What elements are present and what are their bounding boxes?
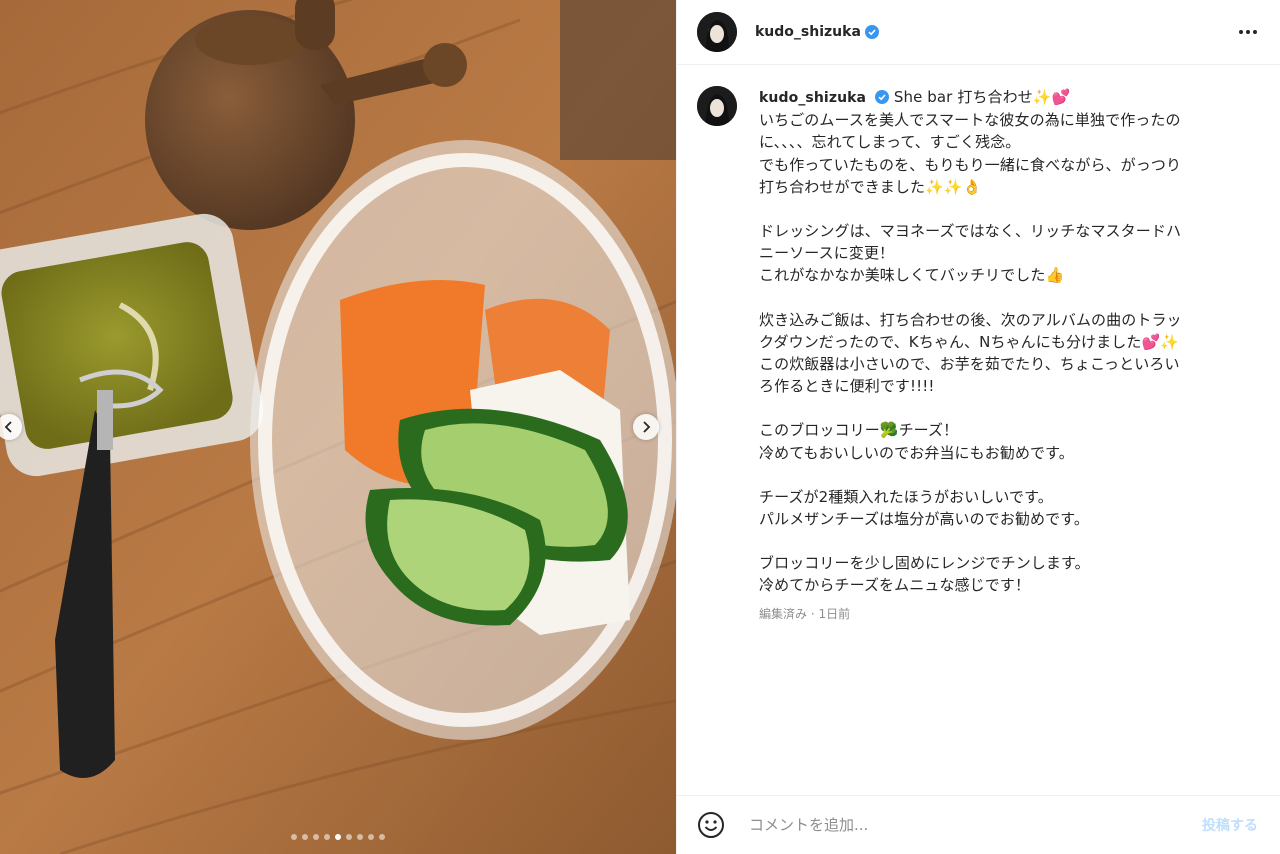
caption-line: パルメザンチーズは塩分が高いのでお勧めです。: [759, 510, 1089, 529]
caption-line: に、、、、忘れてしまって、すごく残念。: [759, 133, 1021, 152]
carousel-dot: [291, 834, 297, 840]
verified-badge-icon: [864, 25, 879, 39]
avatar-photo: [697, 12, 737, 52]
username[interactable]: kudo_shizuka: [755, 24, 861, 40]
caption-line: ドレッシングは、マヨネーズではなく、リッチなマスタードハ: [759, 222, 1182, 241]
caption-title: She bar 打ち合わせ✨💕: [893, 88, 1071, 106]
carousel-dot: [335, 834, 341, 840]
caption-line: チーズが2種類入れたほうがおいしいです。: [759, 487, 1053, 506]
post-photo: [0, 0, 676, 854]
caption-line: ニーソースに変更！: [759, 244, 895, 263]
chevron-left-icon: [4, 421, 12, 433]
post-dialog: kudo_shizuka kudo_shizuka She bar 打ち合わせ✨…: [0, 0, 1280, 854]
caption-line: 冷めてからチーズをムニュな感じです！: [759, 576, 1031, 595]
caption-line: ブロッコリーを少し固めにレンジでチンします。: [759, 554, 1090, 573]
post-media: [0, 0, 676, 854]
carousel-next-button[interactable]: [633, 414, 659, 440]
caption-line: でも作っていたものを、もりもり一緒に食べながら、がっつり: [759, 155, 1182, 174]
carousel-dot: [346, 834, 352, 840]
post-comment-button[interactable]: 投稿する: [1196, 814, 1264, 836]
post-caption: kudo_shizuka She bar 打ち合わせ✨💕 いちごのムースを美人で…: [697, 86, 1267, 597]
caption-username[interactable]: kudo_shizuka: [759, 90, 866, 106]
caption-line: 炊き込みご飯は、打ち合わせの後、次のアルバムの曲のトラッ: [759, 310, 1182, 329]
verified-badge-icon: [874, 90, 889, 104]
carousel-dot: [302, 834, 308, 840]
caption-header: kudo_shizuka She bar 打ち合わせ✨💕: [759, 86, 1249, 109]
carousel-dot: [368, 834, 374, 840]
chevron-right-icon: [643, 421, 651, 433]
caption-paragraphs: いちごのムースを美人でスマートな彼女の為に単独で作ったの に、、、、忘れてしまって…: [759, 109, 1249, 596]
post-side-panel: kudo_shizuka kudo_shizuka She bar 打ち合わせ✨…: [676, 0, 1280, 854]
caption-line: このブロッコリー🥦チーズ！: [759, 421, 959, 440]
caption-line: ろ作るときに便利です!!!!: [759, 377, 935, 396]
caption-line: これがなかなか美味しくてバッチリでした👍: [759, 266, 1065, 285]
carousel-dots: [0, 834, 676, 840]
caption-text: kudo_shizuka She bar 打ち合わせ✨💕 いちごのムースを美人で…: [759, 86, 1249, 597]
caption-line: クダウンだったので、Kちゃん、Nちゃんにも分けました💕✨: [759, 332, 1180, 351]
caption-line: この炊飯器は小さいので、お芋を茹でたり、ちょこっといろい: [759, 355, 1180, 374]
avatar[interactable]: [697, 86, 737, 126]
carousel-dot: [357, 834, 363, 840]
caption-line: 打ち合わせができました✨✨👌: [759, 177, 982, 196]
avatar[interactable]: [697, 12, 737, 52]
carousel-dot: [313, 834, 319, 840]
post-header: kudo_shizuka: [677, 0, 1280, 65]
caption-line: 冷めてもおいしいのでお弁当にもお勧めです。: [759, 443, 1074, 462]
avatar-photo: [697, 86, 737, 126]
caption-line: いちごのムースを美人でスマートな彼女の為に単独で作ったの: [759, 111, 1181, 130]
comment-input[interactable]: [747, 815, 1196, 835]
smiley-icon[interactable]: [697, 811, 725, 839]
comment-bar: 投稿する: [677, 796, 1280, 854]
carousel-dot: [324, 834, 330, 840]
more-options-icon[interactable]: [1236, 22, 1260, 42]
post-meta: 編集済み · 1日前: [759, 607, 851, 621]
carousel-dot: [379, 834, 385, 840]
